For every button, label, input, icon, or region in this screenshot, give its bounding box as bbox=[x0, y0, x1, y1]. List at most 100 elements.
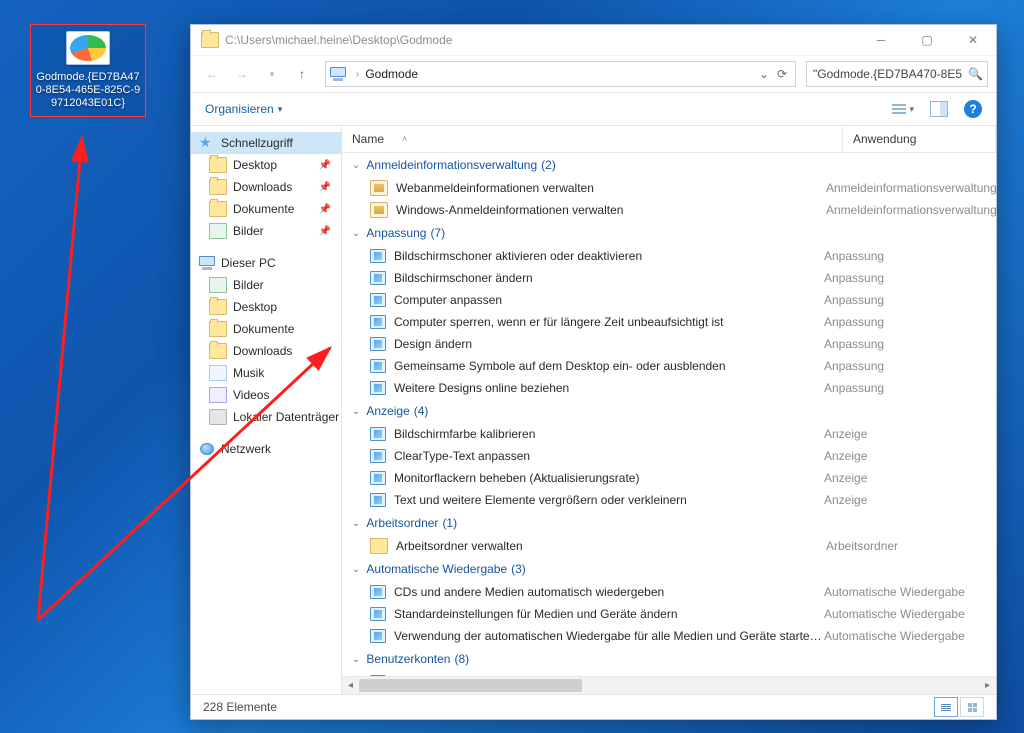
item-icon bbox=[370, 180, 388, 196]
view-menu[interactable]: ▾ bbox=[892, 104, 914, 115]
list-item[interactable]: Bildschirmfarbe kalibrierenAnzeige bbox=[342, 423, 996, 445]
list-item[interactable]: Design ändernAnpassung bbox=[342, 333, 996, 355]
list-item[interactable]: Monitorflackern beheben (Aktualisierungs… bbox=[342, 467, 996, 489]
sidebar-item-pc-pictures[interactable]: Bilder bbox=[191, 274, 341, 296]
group-header[interactable]: ⌄Automatische Wiedergabe(3) bbox=[342, 557, 996, 581]
item-app: Anpassung bbox=[824, 359, 996, 373]
group-header[interactable]: ⌄Anpassung(7) bbox=[342, 221, 996, 245]
chevron-down-icon: ⌄ bbox=[352, 654, 360, 665]
sidebar-item-quick-access[interactable]: Schnellzugriff bbox=[191, 132, 341, 154]
folder-icon bbox=[209, 299, 227, 315]
search-box[interactable]: 🔍 bbox=[806, 61, 988, 87]
group-header[interactable]: ⌄Arbeitsordner(1) bbox=[342, 511, 996, 535]
sidebar-item-documents[interactable]: Dokumente 📌 bbox=[191, 198, 341, 220]
scroll-right-button[interactable]: ▸ bbox=[979, 677, 996, 694]
sidebar-label: Downloads bbox=[233, 180, 292, 194]
column-header-name[interactable]: Name ˄ bbox=[342, 126, 843, 152]
sidebar-item-downloads[interactable]: Downloads 📌 bbox=[191, 176, 341, 198]
group-header[interactable]: ⌄Anzeige(4) bbox=[342, 399, 996, 423]
list-item[interactable]: Computer anpassenAnpassung bbox=[342, 289, 996, 311]
refresh-button[interactable]: ⟳ bbox=[773, 67, 791, 81]
list-item[interactable]: Arbeitsordner verwaltenArbeitsordner bbox=[342, 535, 996, 557]
navbar: ← → ▾ ↑ › Godmode ⌄ ⟳ 🔍 bbox=[191, 56, 996, 93]
help-button[interactable]: ? bbox=[964, 100, 982, 118]
content-pane: Name ˄ Anwendung ⌄Anmeldeinformationsver… bbox=[342, 126, 996, 694]
scrollbar-track[interactable] bbox=[359, 677, 979, 694]
item-list[interactable]: ⌄Anmeldeinformationsverwaltung(2)Webanme… bbox=[342, 153, 996, 676]
address-actions: ⌄ ⟳ bbox=[755, 67, 791, 81]
list-item[interactable]: Webanmeldeinformationen verwaltenAnmelde… bbox=[342, 177, 996, 199]
column-header-app[interactable]: Anwendung bbox=[843, 126, 996, 152]
item-label: Design ändern bbox=[394, 337, 824, 351]
item-app: Anpassung bbox=[824, 249, 996, 263]
group-title: Automatische Wiedergabe bbox=[366, 562, 507, 576]
organise-menu[interactable]: Organisieren bbox=[205, 102, 274, 116]
sidebar-item-this-pc[interactable]: Dieser PC bbox=[191, 252, 341, 274]
group-header[interactable]: ⌄Anmeldeinformationsverwaltung(2) bbox=[342, 153, 996, 177]
sidebar-label: Videos bbox=[233, 388, 269, 402]
sidebar-item-network[interactable]: Netzwerk bbox=[191, 438, 341, 460]
desktop-folder-godmode[interactable]: Godmode.{ED7BA47 0-8E54-465E-825C-9 9712… bbox=[30, 24, 146, 117]
list-item[interactable]: Bildschirmschoner aktivieren oder deakti… bbox=[342, 245, 996, 267]
group-count: (8) bbox=[454, 652, 469, 666]
list-item[interactable]: Bildschirmschoner ändernAnpassung bbox=[342, 267, 996, 289]
icons-view-button[interactable] bbox=[960, 697, 984, 717]
list-item[interactable]: CDs und andere Medien automatisch wieder… bbox=[342, 581, 996, 603]
item-icon bbox=[370, 381, 386, 395]
item-label: Bildschirmschoner aktivieren oder deakti… bbox=[394, 249, 824, 263]
list-item[interactable]: Gemeinsame Symbole auf dem Desktop ein- … bbox=[342, 355, 996, 377]
item-label: Computer anpassen bbox=[394, 293, 824, 307]
nav-forward-button[interactable]: → bbox=[229, 61, 255, 87]
sidebar-item-pc-documents[interactable]: Dokumente bbox=[191, 318, 341, 340]
nav-up-button[interactable]: ↑ bbox=[289, 61, 315, 87]
address-dropdown[interactable]: ⌄ bbox=[755, 67, 773, 81]
list-item[interactable]: Text und weitere Elemente vergrößern ode… bbox=[342, 489, 996, 511]
sidebar-item-pc-desktop[interactable]: Desktop bbox=[191, 296, 341, 318]
scroll-left-button[interactable]: ◂ bbox=[342, 677, 359, 694]
sidebar-item-local-disk[interactable]: Lokaler Datenträger bbox=[191, 406, 341, 428]
search-icon[interactable]: 🔍 bbox=[968, 67, 983, 81]
preview-pane-button[interactable] bbox=[930, 101, 948, 117]
breadcrumb-godmode[interactable]: Godmode bbox=[363, 65, 420, 83]
horizontal-scrollbar[interactable]: ◂ ▸ bbox=[342, 676, 996, 694]
list-item[interactable]: Windows-Anmeldeinformationen verwaltenAn… bbox=[342, 199, 996, 221]
nav-history-dropdown[interactable]: ▾ bbox=[259, 61, 285, 87]
item-app: Anmeldeinformationsverwaltung bbox=[826, 181, 996, 195]
chevron-down-icon: ⌄ bbox=[352, 160, 360, 171]
group-count: (4) bbox=[414, 404, 429, 418]
sidebar-item-pc-music[interactable]: Musik bbox=[191, 362, 341, 384]
item-icon bbox=[370, 202, 388, 218]
group-count: (2) bbox=[541, 158, 556, 172]
navigation-pane: Schnellzugriff Desktop 📌 Downloads 📌 Dok… bbox=[191, 126, 342, 694]
address-bar[interactable]: › Godmode ⌄ ⟳ bbox=[325, 61, 796, 87]
item-label: Gemeinsame Symbole auf dem Desktop ein- … bbox=[394, 359, 824, 373]
group-count: (7) bbox=[430, 226, 445, 240]
group-header[interactable]: ⌄Benutzerkonten(8) bbox=[342, 647, 996, 671]
list-item[interactable]: Verwendung der automatischen Wiedergabe … bbox=[342, 625, 996, 647]
sidebar-item-pc-videos[interactable]: Videos bbox=[191, 384, 341, 406]
item-app: Anpassung bbox=[824, 293, 996, 307]
sidebar-item-pictures[interactable]: Bilder 📌 bbox=[191, 220, 341, 242]
list-item[interactable]: Weitere Designs online beziehenAnpassung bbox=[342, 377, 996, 399]
item-label: Weitere Designs online beziehen bbox=[394, 381, 824, 395]
desktop-icon-label: 9712043E01C} bbox=[33, 97, 143, 110]
chevron-right-icon: › bbox=[356, 69, 359, 80]
search-input[interactable] bbox=[811, 66, 964, 82]
details-view-button[interactable] bbox=[934, 697, 958, 717]
item-app: Anpassung bbox=[824, 337, 996, 351]
list-item[interactable]: Computer sperren, wenn er für längere Ze… bbox=[342, 311, 996, 333]
close-button[interactable]: ✕ bbox=[950, 25, 996, 55]
sidebar-label: Netzwerk bbox=[221, 442, 271, 456]
item-label: Bildschirmfarbe kalibrieren bbox=[394, 427, 824, 441]
sidebar-item-desktop[interactable]: Desktop 📌 bbox=[191, 154, 341, 176]
minimize-button[interactable]: ─ bbox=[858, 25, 904, 55]
list-item[interactable]: ClearType-Text anpassenAnzeige bbox=[342, 445, 996, 467]
sidebar-item-pc-downloads[interactable]: Downloads bbox=[191, 340, 341, 362]
item-icon bbox=[370, 359, 386, 373]
maximize-button[interactable]: ▢ bbox=[904, 25, 950, 55]
list-item[interactable]: Standardeinstellungen für Medien und Ger… bbox=[342, 603, 996, 625]
control-panel-icon bbox=[66, 31, 110, 65]
sidebar-label: Dieser PC bbox=[221, 256, 276, 270]
nav-back-button[interactable]: ← bbox=[199, 61, 225, 87]
scrollbar-thumb[interactable] bbox=[359, 679, 582, 692]
